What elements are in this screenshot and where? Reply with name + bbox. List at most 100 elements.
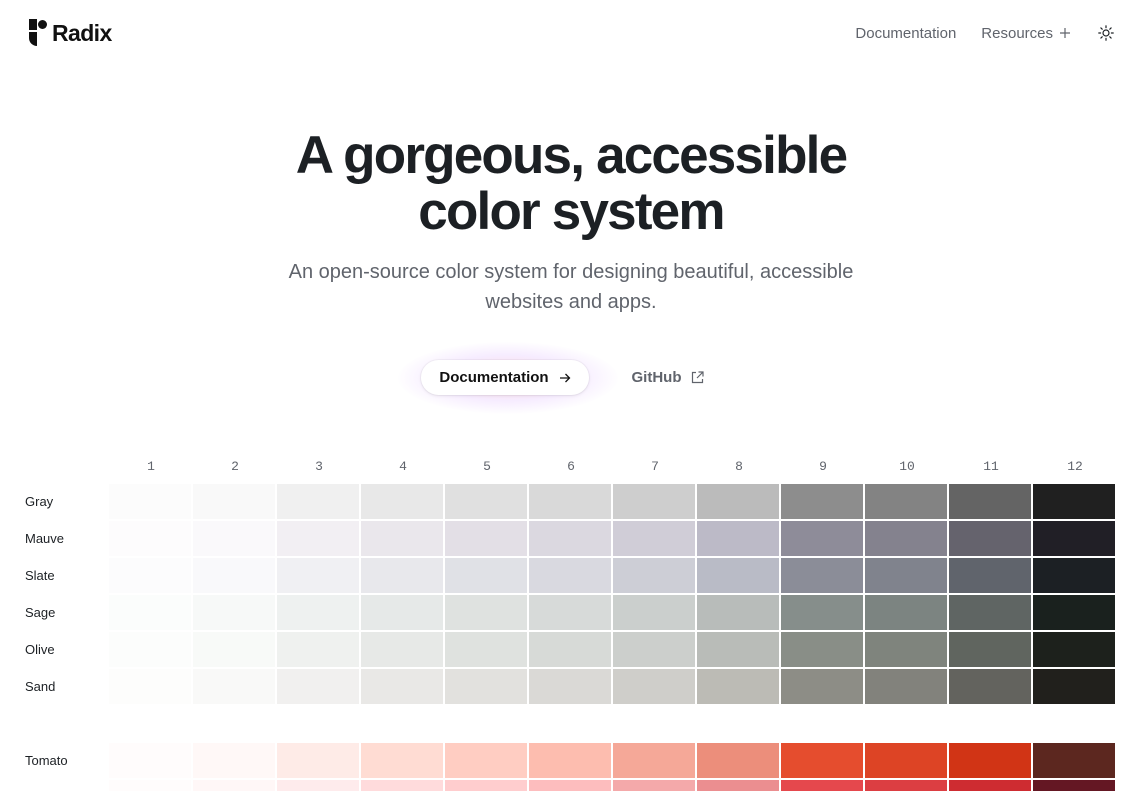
color-swatch[interactable] (865, 595, 947, 630)
color-swatch[interactable] (109, 595, 191, 630)
color-swatch[interactable] (109, 780, 191, 791)
color-swatch[interactable] (361, 595, 443, 630)
color-swatch[interactable] (445, 558, 527, 593)
color-swatch[interactable] (1033, 669, 1115, 704)
color-swatch[interactable] (781, 521, 863, 556)
color-swatch[interactable] (949, 558, 1031, 593)
color-swatch[interactable] (613, 669, 695, 704)
color-swatch[interactable] (949, 743, 1031, 778)
color-swatch[interactable] (949, 595, 1031, 630)
color-swatch[interactable] (781, 558, 863, 593)
radix-logo-link[interactable]: Radix (28, 19, 112, 47)
color-swatch[interactable] (529, 558, 611, 593)
color-swatch[interactable] (1033, 484, 1115, 519)
color-swatch[interactable] (697, 595, 779, 630)
color-swatch[interactable] (697, 743, 779, 778)
color-swatch[interactable] (193, 780, 275, 791)
color-swatch[interactable] (109, 743, 191, 778)
color-swatch[interactable] (109, 484, 191, 519)
color-swatch[interactable] (445, 484, 527, 519)
color-swatch[interactable] (781, 595, 863, 630)
color-swatch[interactable] (697, 669, 779, 704)
color-swatch[interactable] (361, 743, 443, 778)
color-swatch[interactable] (1033, 632, 1115, 667)
nav-resources-menu[interactable]: Resources (981, 24, 1071, 42)
color-swatch[interactable] (781, 780, 863, 791)
color-swatch[interactable] (1033, 780, 1115, 791)
color-swatch[interactable] (613, 484, 695, 519)
color-swatch[interactable] (445, 669, 527, 704)
color-swatch[interactable] (781, 669, 863, 704)
color-swatch[interactable] (949, 780, 1031, 791)
color-swatch[interactable] (193, 484, 275, 519)
color-swatch[interactable] (277, 632, 359, 667)
color-swatch[interactable] (529, 669, 611, 704)
color-swatch[interactable] (445, 521, 527, 556)
color-swatch[interactable] (445, 780, 527, 791)
color-swatch[interactable] (613, 780, 695, 791)
color-swatch[interactable] (865, 669, 947, 704)
color-swatch[interactable] (613, 595, 695, 630)
color-swatch[interactable] (529, 595, 611, 630)
color-swatch[interactable] (781, 632, 863, 667)
theme-toggle-button[interactable] (1096, 23, 1116, 43)
color-swatch[interactable] (109, 521, 191, 556)
color-swatch[interactable] (697, 558, 779, 593)
color-swatch[interactable] (613, 558, 695, 593)
color-swatch[interactable] (865, 558, 947, 593)
color-swatch[interactable] (613, 521, 695, 556)
color-swatch[interactable] (865, 743, 947, 778)
color-swatch[interactable] (865, 521, 947, 556)
nav-documentation-link[interactable]: Documentation (855, 25, 956, 42)
color-swatch[interactable] (277, 743, 359, 778)
color-swatch[interactable] (781, 743, 863, 778)
color-swatch[interactable] (361, 521, 443, 556)
color-swatch[interactable] (361, 669, 443, 704)
color-swatch[interactable] (865, 780, 947, 791)
color-swatch[interactable] (361, 632, 443, 667)
color-swatch[interactable] (361, 558, 443, 593)
color-swatch[interactable] (361, 780, 443, 791)
color-swatch[interactable] (529, 521, 611, 556)
color-swatch[interactable] (949, 521, 1031, 556)
color-swatch[interactable] (613, 632, 695, 667)
color-swatch[interactable] (1033, 743, 1115, 778)
color-swatch[interactable] (109, 558, 191, 593)
color-swatch[interactable] (445, 632, 527, 667)
color-swatch[interactable] (529, 780, 611, 791)
color-swatch[interactable] (193, 521, 275, 556)
color-swatch[interactable] (193, 632, 275, 667)
color-swatch[interactable] (277, 595, 359, 630)
color-swatch[interactable] (109, 669, 191, 704)
color-swatch[interactable] (529, 484, 611, 519)
color-swatch[interactable] (697, 484, 779, 519)
color-swatch[interactable] (277, 780, 359, 791)
color-swatch[interactable] (445, 743, 527, 778)
color-swatch[interactable] (445, 595, 527, 630)
color-swatch[interactable] (193, 669, 275, 704)
color-swatch[interactable] (1033, 558, 1115, 593)
color-swatch[interactable] (277, 484, 359, 519)
color-swatch[interactable] (529, 632, 611, 667)
color-swatch[interactable] (193, 595, 275, 630)
color-swatch[interactable] (781, 484, 863, 519)
documentation-button[interactable]: Documentation (421, 360, 589, 395)
color-swatch[interactable] (697, 780, 779, 791)
color-swatch[interactable] (949, 669, 1031, 704)
github-button[interactable]: GitHub (620, 360, 715, 395)
color-swatch[interactable] (949, 632, 1031, 667)
color-swatch[interactable] (277, 521, 359, 556)
color-swatch[interactable] (277, 669, 359, 704)
color-swatch[interactable] (1033, 595, 1115, 630)
color-swatch[interactable] (109, 632, 191, 667)
color-swatch[interactable] (697, 521, 779, 556)
color-swatch[interactable] (529, 743, 611, 778)
color-swatch[interactable] (193, 743, 275, 778)
color-swatch[interactable] (1033, 521, 1115, 556)
color-swatch[interactable] (361, 484, 443, 519)
color-swatch[interactable] (193, 558, 275, 593)
color-swatch[interactable] (277, 558, 359, 593)
color-swatch[interactable] (613, 743, 695, 778)
color-swatch[interactable] (865, 632, 947, 667)
color-swatch[interactable] (865, 484, 947, 519)
